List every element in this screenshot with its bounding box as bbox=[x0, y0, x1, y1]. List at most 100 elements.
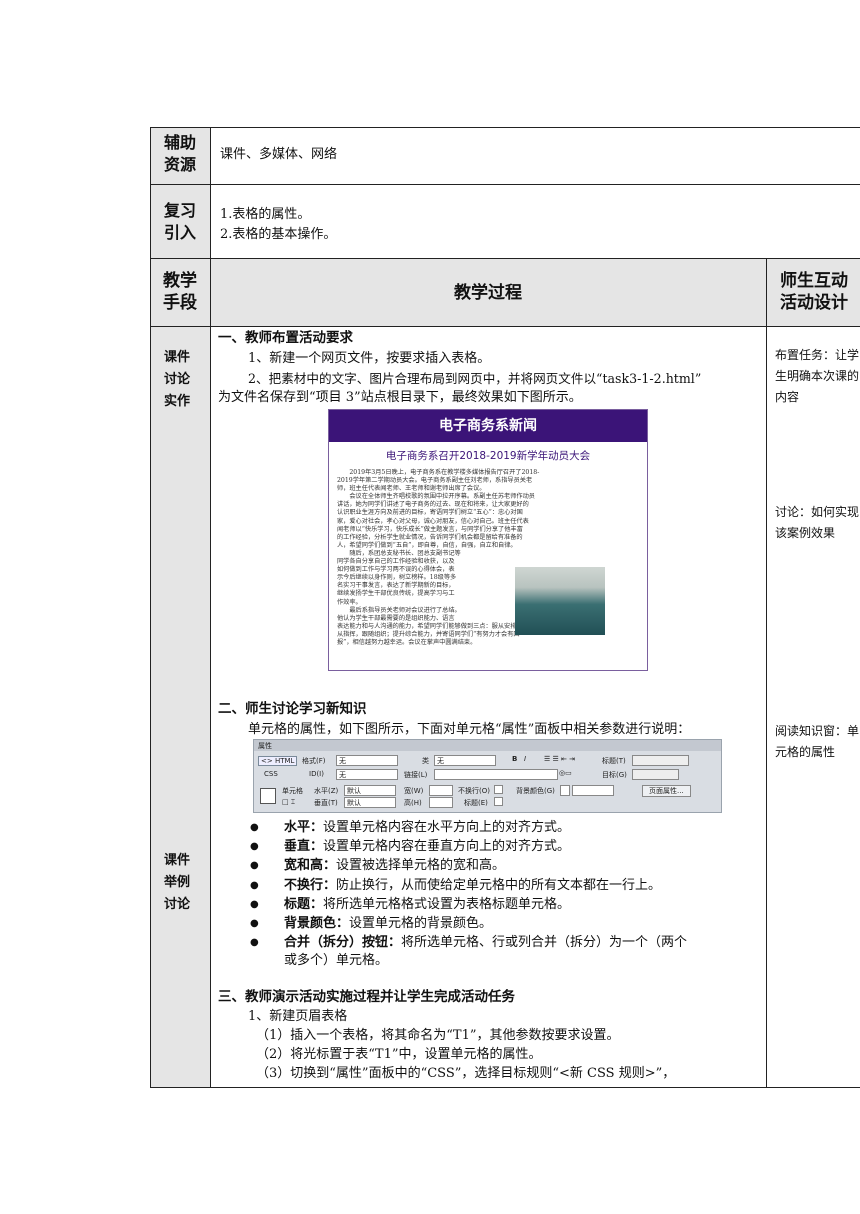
bullet-term: 背景颜色： bbox=[284, 916, 350, 931]
news-title: 电子商务系新闻 bbox=[329, 410, 647, 442]
side-label-second-2: 举例 bbox=[163, 875, 190, 890]
right-note-3: 阅读知识窗：单元格的属性 bbox=[775, 724, 860, 759]
bullet-item: 合并（拆分）按钮：将所选单元格、行或列合并（拆分）为一个（两个 bbox=[284, 933, 687, 952]
height-input[interactable] bbox=[429, 797, 453, 808]
class-label: 类 bbox=[422, 757, 429, 765]
bullet-item: 垂直：设置单元格内容在垂直方向上的对齐方式。 bbox=[284, 837, 570, 856]
right-note-2: 讨论：如何实现该案例效果 bbox=[775, 505, 860, 540]
section1-p1: 1、新建一个网页文件，按要求插入表格。 bbox=[248, 351, 491, 366]
news-subtitle: 电子商务系召开2018-2019新学年动员大会 bbox=[385, 450, 591, 462]
nowrap-label: 不换行(O) bbox=[458, 787, 490, 795]
section1-p2b: 为文件名保存到“项目 3”站点根目录下，最终效果如下图所示。 bbox=[218, 390, 582, 405]
aux-label-line2: 资源 bbox=[163, 155, 196, 174]
header-checkbox[interactable] bbox=[494, 797, 503, 806]
bullet-item: 宽和高：设置被选择单元格的宽和高。 bbox=[284, 856, 505, 875]
bullet-item: 水平：设置单元格内容在水平方向上的对齐方式。 bbox=[284, 818, 570, 837]
bullet-glyph: ● bbox=[250, 898, 259, 910]
merge-split-buttons[interactable]: □ ⌶ bbox=[282, 798, 295, 807]
bullet-term: 标题： bbox=[284, 896, 324, 912]
review-item-1: 1.表格的属性。 bbox=[220, 207, 311, 222]
bullet-desc: 将所选单元格、行或列合并（拆分）为一个（两个 bbox=[401, 935, 688, 951]
list-icons[interactable]: ☰ ☰ ⇤ ⇥ bbox=[544, 755, 575, 763]
id-label: ID(I) bbox=[309, 770, 324, 778]
bullet-term: 不换行： bbox=[284, 877, 337, 893]
bold-button[interactable]: B bbox=[512, 755, 517, 763]
right-column-divider bbox=[766, 258, 767, 1088]
bullet-item: 不换行：防止换行，从而使给定单元格中的所有文本都在一行上。 bbox=[284, 876, 661, 895]
row-divider-2 bbox=[150, 258, 860, 259]
header-label: 标题(E) bbox=[464, 799, 488, 807]
width-input[interactable] bbox=[429, 785, 453, 796]
news-body-line: 2019学年第二学期动员大会。电子商务系副主任刘老师，系指导员关老 bbox=[337, 477, 533, 485]
section1-p2a: 2、把素材中的文字、图片合理布局到网页中，并将网页文件以“task3-1-2.h… bbox=[248, 371, 702, 386]
bullet-term: 宽和高： bbox=[284, 858, 337, 874]
side-label-first-1: 课件 bbox=[163, 350, 190, 365]
bullet-glyph: ● bbox=[250, 918, 259, 929]
panel-titlebar bbox=[254, 740, 721, 751]
height-label: 高(H) bbox=[404, 799, 422, 807]
section2-heading: 二、师生讨论学习新知识 bbox=[218, 701, 367, 717]
page-props-button[interactable]: 页面属性... bbox=[642, 785, 691, 797]
section3-p2: （1）插入一个表格，将其命名为“T1”，其他参数按要求设置。 bbox=[256, 1028, 620, 1043]
bullet-term: 合并（拆分）按钮： bbox=[284, 935, 402, 951]
bullet-term: 垂直： bbox=[284, 839, 324, 855]
header-left-line2: 手段 bbox=[163, 293, 197, 313]
class-value: 无 bbox=[437, 757, 444, 765]
table-top-border bbox=[150, 127, 860, 128]
news-body-line: 家，爱心对社会，孝心对父母，诚心对朋友，信心对自己。班主任代表 bbox=[337, 517, 529, 525]
news-figure: 电子商务系新闻 电子商务系召开2018-2019新学年动员大会 2019年3月5… bbox=[328, 409, 648, 671]
bullet-desc: 设置单元格的背景颜色。 bbox=[349, 916, 493, 931]
bg-color-input[interactable] bbox=[572, 785, 614, 796]
bullet-desc: 设置单元格内容在水平方向上的对齐方式。 bbox=[323, 820, 571, 835]
review-label: 复习 引入 bbox=[160, 200, 200, 244]
bullet-item: 标题：将所选单元格格式设置为表格标题单元格。 bbox=[284, 895, 570, 914]
link-input[interactable] bbox=[434, 769, 558, 780]
bullet-desc: 设置单元格内容在垂直方向上的对齐方式。 bbox=[323, 839, 571, 855]
news-body-line: 人，希望同学们做到“五自”，即自尊，自信，自强，自立和自律。 bbox=[337, 541, 517, 549]
side-label-second-3: 讨论 bbox=[163, 897, 190, 912]
format-label: 格式(F) bbox=[302, 757, 326, 765]
review-item-2: 2.表格的基本操作。 bbox=[220, 227, 337, 242]
right-note-1: 布置任务：让学生明确本次课的内容 bbox=[775, 348, 860, 404]
bullet-glyph: ● bbox=[250, 841, 259, 853]
side-label-first: 课件 讨论 实作 bbox=[157, 347, 197, 413]
title-input[interactable] bbox=[632, 755, 689, 766]
html-mode-button[interactable]: <> HTML bbox=[258, 756, 298, 766]
horz-label: 水平(Z) bbox=[314, 787, 339, 795]
link-browse-icons[interactable]: ◎▭ bbox=[559, 769, 572, 777]
section3-p3: （2）将光标置于表“T1”中，设置单元格的属性。 bbox=[256, 1047, 542, 1062]
target-select[interactable] bbox=[632, 769, 679, 780]
bullet-glyph: ● bbox=[250, 937, 259, 949]
nowrap-checkbox[interactable] bbox=[494, 785, 503, 794]
properties-panel: 属性 <> HTML CSS 格式(F) 无 类 无 B I ☰ ☰ ⇤ ⇥ 标… bbox=[253, 739, 722, 813]
bullet-glyph: ● bbox=[250, 879, 259, 891]
bullet-item: 背景颜色：设置单元格的背景颜色。 bbox=[284, 914, 492, 933]
target-label: 目标(G) bbox=[602, 771, 627, 779]
section2-intro: 单元格的属性，如下图所示，下面对单元格“属性”面板中相关参数进行说明： bbox=[248, 722, 691, 737]
side-label-second-1: 课件 bbox=[163, 853, 190, 868]
side-label-first-2: 讨论 bbox=[163, 372, 190, 387]
review-label-line1: 复习 bbox=[163, 201, 196, 220]
header-left: 教学 手段 bbox=[152, 270, 208, 314]
vert-value: 默认 bbox=[347, 799, 361, 807]
meeting-photo bbox=[515, 567, 605, 635]
row-divider-3 bbox=[150, 326, 860, 327]
aux-label: 辅助 资源 bbox=[160, 132, 200, 176]
header-right-line2: 活动设计 bbox=[780, 293, 848, 313]
format-value: 无 bbox=[339, 757, 346, 765]
news-body-line: 认识职业生涯方向及前进的目标，寄语同学们树立“五心”：忠心对国 bbox=[337, 509, 523, 517]
vert-label: 垂直(T) bbox=[314, 799, 338, 807]
news-body-line: 的工作经验，分析学生就业情况，告诉同学们机会都是留给有准备的 bbox=[337, 533, 523, 541]
horz-value: 默认 bbox=[347, 787, 361, 795]
row-divider-1 bbox=[150, 184, 860, 185]
section3-heading: 三、教师演示活动实施过程并让学生完成活动任务 bbox=[218, 989, 515, 1005]
side-label-second: 课件 举例 讨论 bbox=[157, 850, 197, 916]
css-mode-button[interactable]: CSS bbox=[264, 770, 278, 778]
news-body-line: 闻老师以“快乐学习，快乐成长”做主题发言，与同学们分享了他丰富 bbox=[337, 525, 523, 533]
table-bottom-border bbox=[150, 1087, 860, 1088]
bg-color-swatch[interactable] bbox=[560, 785, 570, 796]
bullet-glyph: ● bbox=[250, 860, 259, 872]
review-label-line2: 引入 bbox=[163, 223, 196, 242]
italic-button[interactable]: I bbox=[524, 755, 526, 763]
panel-tab[interactable]: 属性 bbox=[258, 741, 272, 751]
